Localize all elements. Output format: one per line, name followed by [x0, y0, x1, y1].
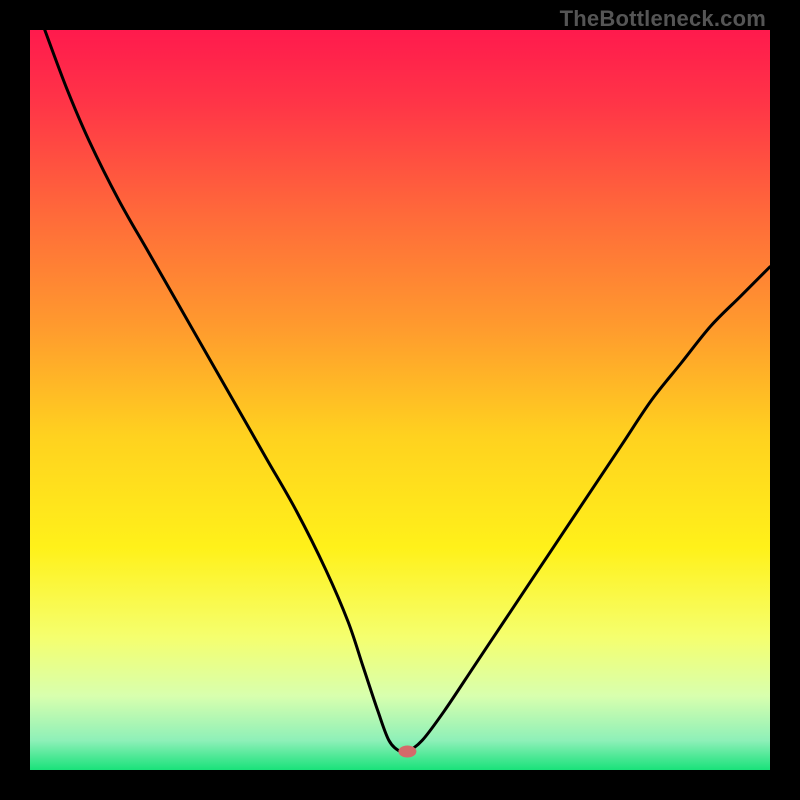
gradient-background: [30, 30, 770, 770]
watermark-text: TheBottleneck.com: [560, 6, 766, 32]
chart-svg: [30, 30, 770, 770]
chart-frame: TheBottleneck.com: [0, 0, 800, 800]
plot-area: [30, 30, 770, 770]
optimal-point-marker: [398, 746, 416, 758]
